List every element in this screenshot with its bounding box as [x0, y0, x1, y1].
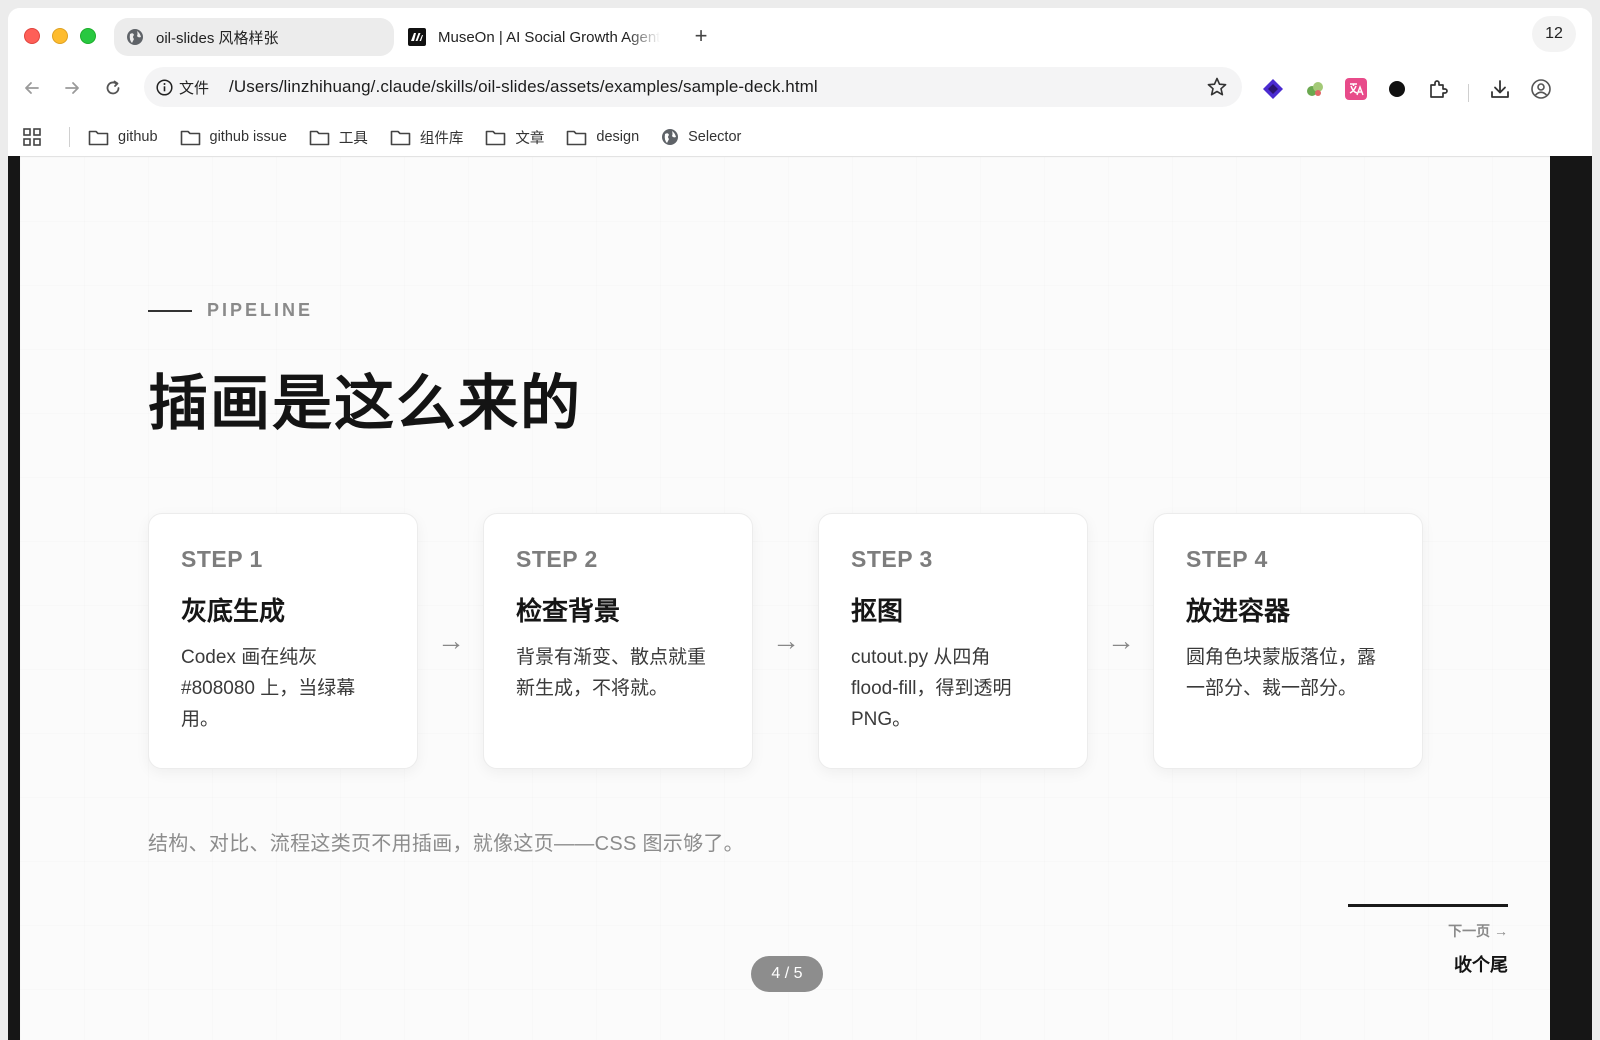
step-desc-line: 用。: [181, 709, 220, 730]
page-viewport: PIPELINE 插画是这么来的 STEP 1 灰底生成 Codex 画在纯灰 …: [8, 156, 1592, 1040]
slide: PIPELINE 插画是这么来的 STEP 1 灰底生成 Codex 画在纯灰 …: [20, 156, 1550, 1040]
globe-icon: [126, 28, 144, 46]
arrow-right-icon: →: [437, 625, 465, 656]
bookmark-folder-components[interactable]: 组件库: [390, 127, 464, 148]
bookmark-label: 组件库: [419, 130, 464, 147]
downloads-icon[interactable]: [1489, 78, 1511, 100]
zoom-window-button[interactable]: [80, 28, 96, 44]
bookmark-folder-tools[interactable]: 工具: [309, 127, 368, 148]
step-label: STEP 4: [1186, 546, 1268, 572]
bookmark-folder-articles[interactable]: 文章: [485, 127, 544, 148]
arrow-right-icon: →: [772, 625, 800, 656]
bookmark-folder-github-issue[interactable]: github issue: [180, 129, 287, 146]
extension-black-dot-icon[interactable]: [1386, 78, 1408, 100]
folder-icon: [88, 130, 109, 145]
step-label: STEP 1: [181, 546, 263, 572]
bookmark-label: 文章: [515, 130, 545, 147]
step-card: STEP 3 抠图 cutout.py 从四角 flood-fill，得到透明 …: [818, 513, 1088, 769]
forward-button[interactable]: [60, 76, 84, 100]
next-slide-title: 收个尾: [1454, 955, 1508, 975]
pipeline-steps: STEP 1 灰底生成 Codex 画在纯灰 #808080 上，当绿幕 用。 …: [148, 513, 1423, 769]
step-card: STEP 1 灰底生成 Codex 画在纯灰 #808080 上，当绿幕 用。: [148, 513, 418, 769]
extensions-puzzle-icon[interactable]: [1427, 78, 1449, 100]
arrow-left-icon: [25, 82, 39, 94]
tab-title: oil-slides 风格样张: [156, 29, 279, 47]
tab-museon[interactable]: MuseOn | AI Social Growth Agent: [408, 18, 678, 56]
toolbar-divider: [1468, 84, 1469, 102]
bookmark-folder-github[interactable]: github: [88, 129, 158, 146]
step-description: Codex 画在纯灰 #808080 上，当绿幕 用。: [181, 642, 385, 735]
step-desc-line: 一部分、裁一部分。: [1186, 678, 1358, 699]
step-card: STEP 4 放进容器 圆角色块蒙版落位，露 一部分、裁一部分。: [1153, 513, 1423, 769]
extension-puzzle-color-icon[interactable]: [1304, 78, 1326, 100]
reload-icon: [106, 80, 120, 95]
eyebrow-rule: [148, 309, 192, 312]
step-description: 圆角色块蒙版落位，露 一部分、裁一部分。: [1186, 642, 1390, 704]
bookmark-label: github issue: [209, 129, 287, 145]
info-icon: [156, 78, 173, 96]
address-bar[interactable]: 文件 /Users/linzhihuang/.claude/skills/oil…: [144, 67, 1242, 107]
step-card: STEP 2 检查背景 背景有渐变、散点就重 新生成，不将就。: [483, 513, 753, 769]
profile-avatar-icon[interactable]: [1530, 78, 1552, 100]
tab-oil-slides[interactable]: oil-slides 风格样张: [114, 18, 394, 56]
step-description: 背景有渐变、散点就重 新生成，不将就。: [516, 642, 720, 704]
slide-footnote: 结构、对比、流程这类页不用插画，就像这页——CSS 图示够了。: [148, 833, 744, 855]
step-title: 检查背景: [516, 596, 621, 626]
browser-toolbar: 文件 /Users/linzhihuang/.claude/skills/oil…: [8, 64, 1592, 112]
site-info-button[interactable]: 文件: [156, 77, 209, 98]
step-desc-line: cutout.py 从四角: [851, 647, 991, 668]
step-title: 抠图: [851, 596, 904, 626]
tab-count-badge[interactable]: 12: [1532, 16, 1576, 52]
extension-translate-icon[interactable]: [1345, 78, 1367, 100]
step-desc-line: #808080 上，当绿幕: [181, 678, 356, 699]
bookmark-folder-design[interactable]: design: [566, 129, 639, 146]
extension-diamond-icon[interactable]: [1262, 78, 1284, 100]
step-description: cutout.py 从四角 flood-fill，得到透明 PNG。: [851, 642, 1055, 735]
step-desc-line: flood-fill，得到透明: [851, 678, 1012, 699]
apps-grid-icon[interactable]: [22, 127, 51, 147]
step-title: 灰底生成: [181, 596, 286, 626]
slide-title: 插画是这么来的: [148, 370, 582, 437]
step-desc-line: 新生成，不将就。: [516, 678, 669, 699]
close-window-button[interactable]: [24, 28, 40, 44]
folder-icon: [309, 130, 330, 145]
bookmarks-bar: github github issue 工具 组件库 文章 design Sel…: [8, 118, 1592, 156]
new-tab-button[interactable]: +: [690, 25, 712, 48]
bookmark-label: github: [118, 129, 158, 145]
tab-title: MuseOn | AI Social Growth Agent: [438, 28, 661, 46]
folder-icon: [390, 130, 411, 145]
step-desc-line: 圆角色块蒙版落位，露: [1186, 647, 1377, 668]
reload-button[interactable]: [101, 76, 125, 100]
step-desc-line: Codex 画在纯灰: [181, 647, 318, 668]
step-desc-line: 背景有渐变、散点就重: [516, 647, 707, 668]
site-info-label: 文件: [179, 79, 210, 97]
arrow-right-icon: [65, 82, 79, 94]
bookmark-label: Selector: [688, 129, 742, 145]
bookmark-selector[interactable]: Selector: [661, 128, 741, 146]
next-slide-label: 下一页 →: [1448, 923, 1508, 939]
bookmark-label: 工具: [338, 130, 368, 147]
step-title: 放进容器: [1186, 596, 1291, 626]
globe-icon: [662, 129, 679, 145]
next-slide-link[interactable]: 下一页 → 收个尾: [1348, 904, 1508, 977]
folder-icon: [180, 130, 200, 145]
eyebrow-text: PIPELINE: [207, 300, 314, 320]
browser-window: oil-slides 风格样张 MuseOn | AI Social Growt…: [8, 8, 1592, 1040]
bookmark-label: design: [596, 129, 640, 145]
minimize-window-button[interactable]: [52, 28, 68, 44]
bookmark-star-icon[interactable]: [1206, 76, 1228, 103]
step-label: STEP 2: [516, 546, 598, 572]
tab-strip: oil-slides 风格样张 MuseOn | AI Social Growt…: [8, 8, 1592, 60]
url-text[interactable]: /Users/linzhihuang/.claude/skills/oil-sl…: [229, 77, 818, 97]
museon-logo-icon: [408, 28, 426, 46]
bookmarks-divider: [69, 127, 70, 147]
step-desc-line: PNG。: [851, 709, 912, 730]
folder-icon: [567, 130, 587, 145]
folder-icon: [486, 130, 506, 145]
page-indicator: 4 / 5: [751, 956, 823, 992]
arrow-right-icon: →: [1107, 625, 1135, 656]
step-label: STEP 3: [851, 546, 933, 572]
slide-eyebrow: PIPELINE: [148, 300, 313, 321]
back-button[interactable]: [20, 76, 44, 100]
